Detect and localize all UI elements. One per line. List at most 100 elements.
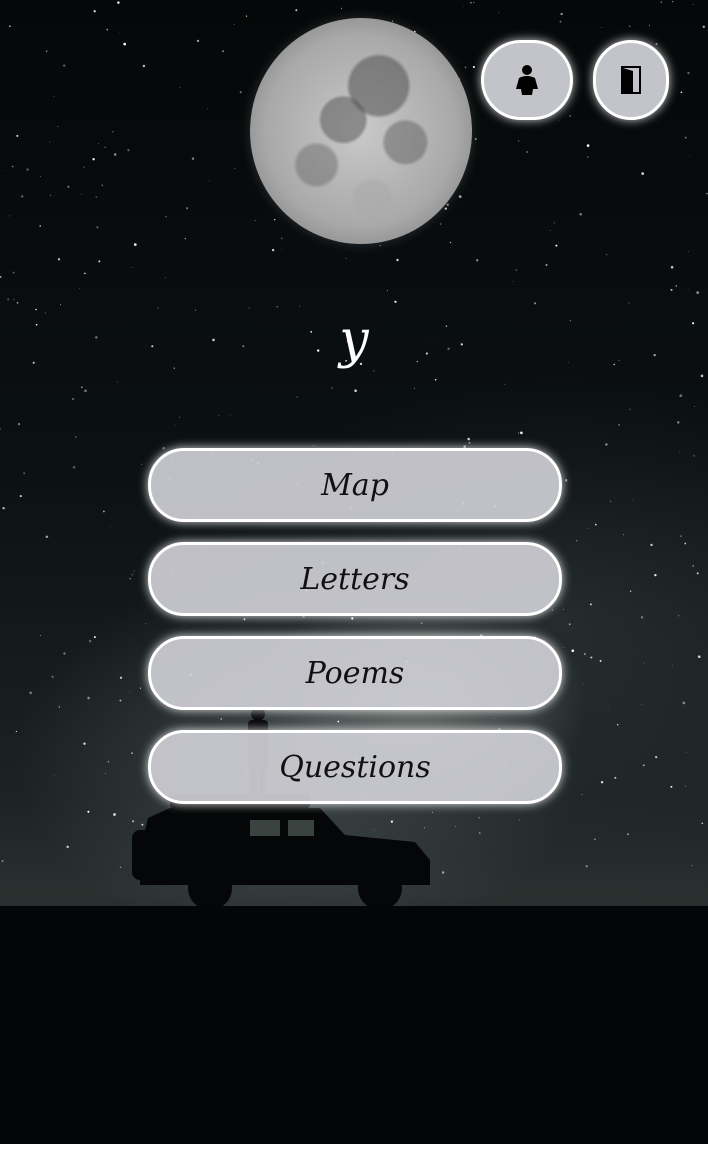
star [672, 664, 674, 666]
star [608, 709, 610, 711]
star [40, 635, 41, 637]
star [549, 230, 551, 232]
star [29, 691, 32, 695]
letters-button[interactable]: Letters [148, 542, 562, 616]
star [71, 397, 75, 401]
person-icon [516, 65, 538, 95]
star [682, 701, 686, 705]
profile-button[interactable] [481, 40, 573, 120]
star [4, 170, 6, 171]
star [648, 24, 651, 27]
star [45, 535, 49, 538]
star [84, 389, 87, 393]
questions-button[interactable]: Questions [148, 730, 562, 804]
star [498, 12, 500, 14]
star [568, 623, 571, 626]
star [575, 539, 578, 542]
star [218, 414, 220, 417]
star [175, 424, 176, 426]
star [101, 184, 104, 187]
star [119, 32, 120, 34]
star [75, 436, 77, 438]
star [17, 422, 21, 426]
star [131, 574, 133, 576]
star [83, 166, 85, 168]
star [98, 260, 101, 263]
star [414, 387, 416, 389]
star [614, 776, 617, 779]
star [340, 7, 342, 9]
star [551, 609, 553, 611]
star [165, 216, 167, 218]
star [627, 833, 629, 835]
star [670, 785, 673, 788]
star [706, 192, 708, 195]
star [478, 817, 480, 819]
star [98, 143, 100, 145]
star [234, 167, 236, 169]
star [599, 659, 602, 662]
star [660, 1, 663, 3]
star [688, 288, 689, 290]
star [313, 445, 315, 446]
star [605, 443, 608, 446]
star [474, 138, 477, 140]
star [280, 237, 283, 240]
star [185, 625, 187, 626]
star [49, 141, 51, 143]
star [594, 838, 596, 841]
star [545, 264, 548, 266]
star [559, 119, 561, 121]
star [141, 463, 143, 466]
star [295, 9, 298, 12]
star [560, 12, 563, 16]
logout-button[interactable] [593, 40, 669, 120]
star [520, 431, 523, 435]
star [696, 291, 700, 294]
star [680, 91, 683, 94]
map-button[interactable]: Map [148, 448, 562, 522]
star [49, 194, 51, 196]
star [697, 655, 701, 659]
poems-button[interactable]: Poems [148, 636, 562, 710]
star [119, 699, 122, 702]
star [629, 25, 631, 27]
star [129, 578, 131, 580]
star [112, 131, 114, 133]
star [640, 616, 644, 619]
star [179, 86, 181, 88]
star [67, 185, 70, 188]
star [642, 764, 645, 767]
star [386, 290, 388, 292]
star [233, 23, 235, 25]
star [493, 718, 495, 720]
star [93, 10, 96, 13]
star [439, 223, 442, 225]
star [473, 2, 475, 4]
star [119, 866, 122, 869]
star [476, 259, 479, 262]
star [345, 258, 347, 259]
star [563, 646, 564, 648]
star [179, 416, 180, 418]
star [109, 525, 111, 527]
star [184, 238, 186, 240]
star [119, 676, 123, 679]
star [191, 157, 195, 160]
star [72, 465, 76, 469]
star [677, 421, 680, 424]
star [629, 590, 632, 592]
star [504, 383, 506, 385]
star [185, 207, 189, 210]
star [609, 500, 612, 502]
star [693, 455, 695, 457]
star [464, 66, 467, 69]
star [23, 472, 26, 475]
star [57, 258, 61, 261]
star [684, 785, 686, 787]
star [632, 499, 634, 501]
star [87, 810, 90, 813]
star [616, 723, 619, 726]
star [694, 406, 695, 407]
star [569, 115, 571, 117]
